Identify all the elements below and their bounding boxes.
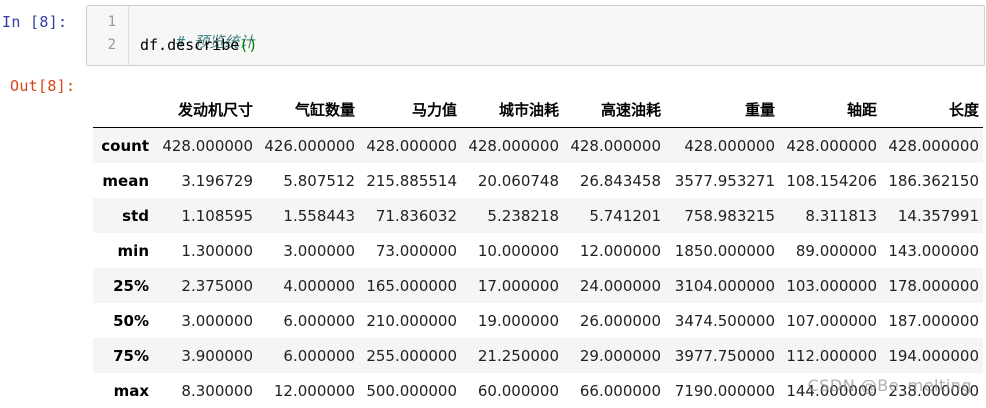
column-header: 气缸数量: [257, 92, 359, 128]
column-header: 城市油耗: [461, 92, 563, 128]
table-row: std 1.108595 1.558443 71.836032 5.238218 5.74…: [93, 198, 983, 233]
table-cell: 12.000000: [579, 241, 661, 260]
table-cell: 112.000000: [786, 346, 877, 365]
table-cell: 108.154206: [786, 171, 877, 190]
code-parens: (): [239, 36, 258, 54]
table-cell: 178.000000: [888, 276, 979, 295]
table-cell: 4.000000: [283, 276, 355, 295]
column-header: 发动机尺寸: [155, 92, 257, 128]
table-cell: 71.836032: [375, 206, 457, 225]
table-row: 25% 2.375000 4.000000 165.000000 17.000000 24…: [93, 268, 983, 303]
table-cell: 89.000000: [795, 241, 877, 260]
output-prompt: Out[8]:: [10, 77, 76, 95]
table-cell: 758.983215: [684, 206, 775, 225]
table-cell: 1.108595: [181, 206, 253, 225]
table-cell: 19.000000: [477, 311, 559, 330]
line-number: 2: [107, 37, 116, 53]
table-row: 75% 3.900000 6.000000 255.000000 21.250000 29…: [93, 338, 983, 373]
input-prompt: In [8]:: [2, 13, 68, 31]
row-label: 75%: [113, 346, 149, 365]
table-cell: 5.807512: [283, 171, 355, 190]
table-cell: 500.000000: [366, 381, 457, 400]
table-cell: 26.000000: [579, 311, 661, 330]
table-header-row: 发动机尺寸 气缸数量 马力值 城市油耗 高速油耗 重量 轴距 长度: [93, 92, 983, 128]
row-label: max: [113, 381, 149, 400]
table-cell: 428.000000: [468, 136, 559, 155]
table-cell: 5.238218: [487, 206, 559, 225]
table-cell: 60.000000: [477, 381, 559, 400]
table-cell: 26.843458: [579, 171, 661, 190]
row-label: 50%: [113, 311, 149, 330]
table-cell: 210.000000: [366, 311, 457, 330]
row-label: count: [101, 136, 149, 155]
table-cell: 215.885514: [366, 171, 457, 190]
table-cell: 21.250000: [477, 346, 559, 365]
table-cell: 3104.000000: [674, 276, 775, 295]
code-line-2: df.describe(): [140, 36, 257, 54]
table-cell: 428.000000: [570, 136, 661, 155]
column-header: 轴距: [779, 92, 881, 128]
table-cell: 143.000000: [888, 241, 979, 260]
table-cell: 428.000000: [162, 136, 253, 155]
code-call: df.describe: [140, 36, 240, 54]
table-cell: 6.000000: [283, 311, 355, 330]
table-cell: 3977.750000: [674, 346, 775, 365]
table-cell: 428.000000: [366, 136, 457, 155]
table-cell: 1.300000: [181, 241, 253, 260]
watermark: CSDN @Be_melting: [807, 376, 972, 395]
table-cell: 6.000000: [283, 346, 355, 365]
table-cell: 3.000000: [181, 311, 253, 330]
table-cell: 1.558443: [283, 206, 355, 225]
table-cell: 3.000000: [283, 241, 355, 260]
table-cell: 5.741201: [589, 206, 661, 225]
table-cell: 14.357991: [897, 206, 979, 225]
row-label: mean: [102, 171, 149, 190]
table-row: 50% 3.000000 6.000000 210.000000 19.000000 26…: [93, 303, 983, 338]
table-cell: 7190.000000: [674, 381, 775, 400]
table-cell: 187.000000: [888, 311, 979, 330]
table-cell: 428.000000: [786, 136, 877, 155]
table-cell: 428.000000: [684, 136, 775, 155]
line-number: 1: [107, 14, 116, 30]
table-cell: 1850.000000: [674, 241, 775, 260]
table-cell: 428.000000: [888, 136, 979, 155]
table-cell: 3.196729: [181, 171, 253, 190]
table-row: count 428.000000 426.000000 428.000000 428.0…: [93, 127, 983, 163]
table-cell: 24.000000: [579, 276, 661, 295]
table-cell: 426.000000: [264, 136, 355, 155]
code-cell-editor[interactable]: 1 2 # 预览统计 df.describe(): [86, 5, 985, 66]
table-cell: 2.375000: [181, 276, 253, 295]
line-number-gutter: 1 2: [87, 6, 129, 65]
table-cell: 8.300000: [181, 381, 253, 400]
table-cell: 17.000000: [477, 276, 559, 295]
table-cell: 255.000000: [366, 346, 457, 365]
column-header: 马力值: [359, 92, 461, 128]
table-cell: 29.000000: [579, 346, 661, 365]
table-cell: 66.000000: [579, 381, 661, 400]
row-label: min: [117, 241, 149, 260]
column-header: 长度: [881, 92, 983, 128]
column-header: 高速油耗: [563, 92, 665, 128]
table-cell: 73.000000: [375, 241, 457, 260]
table-cell: 103.000000: [786, 276, 877, 295]
table-cell: 186.362150: [888, 171, 979, 190]
describe-output-table: 发动机尺寸 气缸数量 马力值 城市油耗 高速油耗 重量 轴距 长度 count 4…: [93, 92, 983, 408]
table-cell: 3577.953271: [674, 171, 775, 190]
table-cell: 3474.500000: [674, 311, 775, 330]
table-cell: 165.000000: [366, 276, 457, 295]
table-cell: 194.000000: [888, 346, 979, 365]
row-label: std: [122, 206, 149, 225]
table-row: mean 3.196729 5.807512 215.885514 20.060748 2…: [93, 163, 983, 198]
table-cell: 10.000000: [477, 241, 559, 260]
table-row: min 1.300000 3.000000 73.000000 10.000000 12.…: [93, 233, 983, 268]
table-cell: 107.000000: [786, 311, 877, 330]
column-header: 重量: [665, 92, 779, 128]
row-label: 25%: [113, 276, 149, 295]
table-cell: 8.311813: [805, 206, 877, 225]
index-header: [93, 92, 155, 128]
table-cell: 20.060748: [477, 171, 559, 190]
table-cell: 3.900000: [181, 346, 253, 365]
table-cell: 12.000000: [273, 381, 355, 400]
